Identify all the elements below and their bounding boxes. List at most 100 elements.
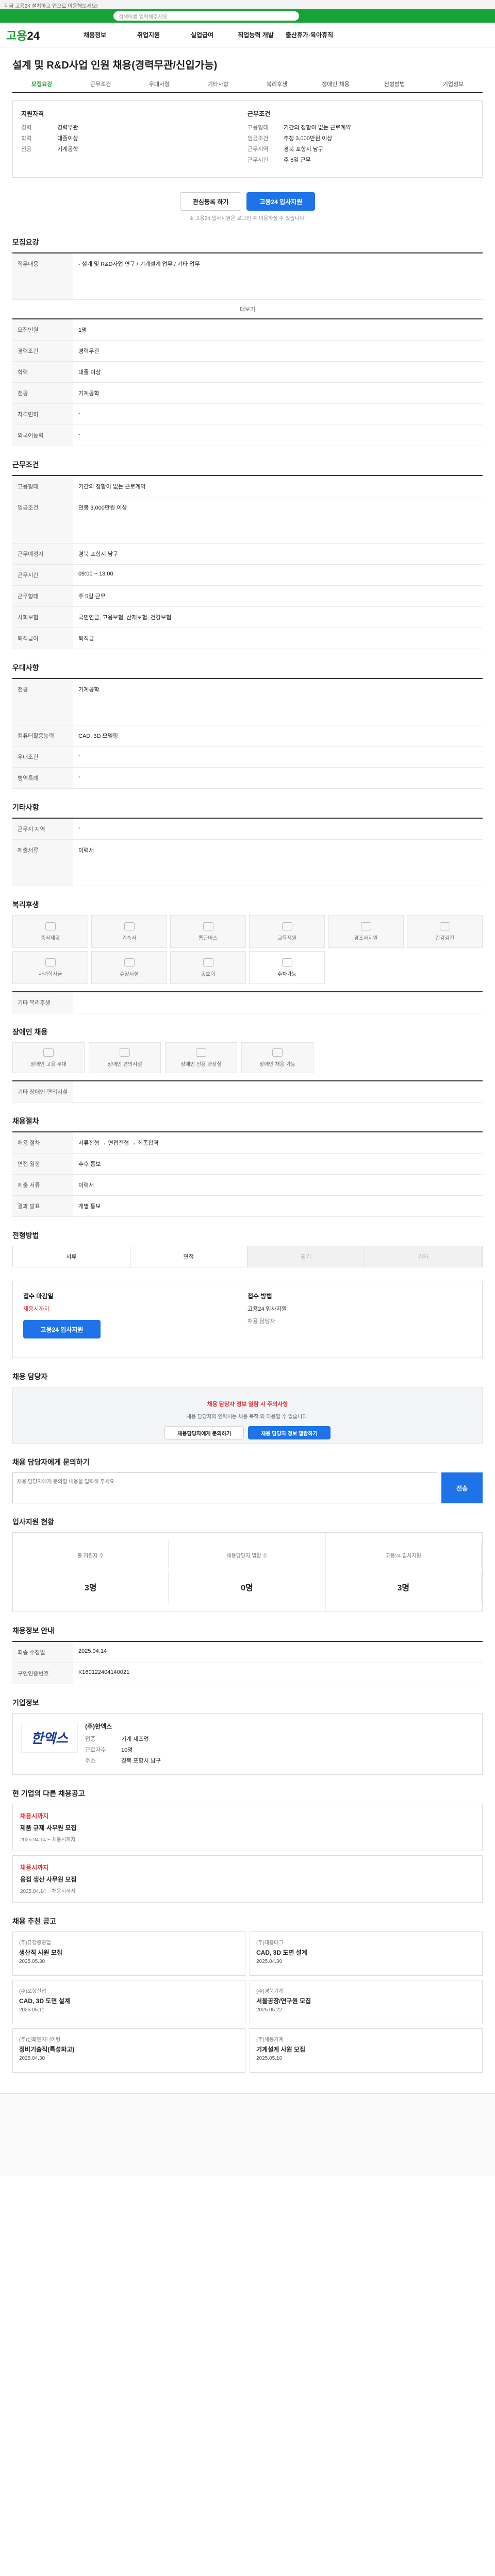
tab[interactable]: 근무조건 bbox=[71, 76, 130, 92]
row-value: 기계공학 bbox=[78, 687, 100, 693]
rec-card[interactable]: (주)신화엔지니어링 정비기술직(특성화고) 2025.04.30 bbox=[12, 2028, 245, 2073]
tab[interactable]: 모집요강 bbox=[12, 76, 71, 92]
stat-item: 채용담당자 열람 수 0명 bbox=[169, 1533, 326, 1612]
howto-item: 필기 bbox=[248, 1246, 365, 1267]
tab[interactable]: 전형방법 bbox=[365, 76, 424, 92]
parking-icon bbox=[282, 958, 292, 967]
rec-card[interactable]: (주)유창중공업 생산직 사원 모집 2025.05.30 bbox=[12, 1931, 245, 1976]
section-title: 채용정보 안내 bbox=[12, 1626, 55, 1635]
welfare-chip: 통근버스 bbox=[170, 915, 246, 948]
kv-value: 경력무관 bbox=[57, 125, 78, 131]
inquiry-input[interactable] bbox=[12, 1472, 437, 1503]
section-title: 기타사항 bbox=[12, 803, 39, 811]
site-logo[interactable]: 고용24 bbox=[6, 27, 68, 43]
disabled-chip: 장애인 편의시설 bbox=[89, 1042, 161, 1073]
section-title: 현 기업의 다른 채용공고 bbox=[12, 1789, 85, 1798]
welfare-chip: 중식제공 bbox=[12, 915, 88, 948]
stat-label: 채용담당자 열람 수 bbox=[169, 1542, 325, 1568]
apply-button[interactable]: 고용24 입사지원 bbox=[246, 192, 316, 211]
rec-card[interactable]: (주)대흥테크 CAD, 3D 도면 설계 2025.04.30 bbox=[250, 1931, 483, 1976]
row-value bbox=[73, 1081, 483, 1102]
kv-key: 학력 bbox=[21, 135, 32, 142]
row-key: 컴퓨터활용능력 bbox=[12, 725, 73, 746]
row-value: 추후 통보 bbox=[78, 1161, 101, 1167]
disabled-chip: 장애인 고용 우대 bbox=[12, 1042, 85, 1073]
tab[interactable]: 기업정보 bbox=[424, 76, 483, 92]
safety-section: 채용 담당자 채용 담당자 정보 열람 시 주의사항 채용 담당자의 연락처는 … bbox=[12, 1371, 483, 1444]
rec-company: (주)해동기계 bbox=[256, 2037, 284, 2043]
search-input[interactable]: 검색어를 입력해주세요 bbox=[113, 11, 299, 21]
chip-label: 동호회 bbox=[201, 971, 216, 977]
send-button[interactable]: 전송 bbox=[441, 1472, 483, 1503]
job-title: 설계 및 R&D사업 인원 채용(경력무관/신입가능) bbox=[12, 60, 218, 71]
bus-icon bbox=[203, 922, 213, 930]
row-value: - bbox=[78, 431, 80, 437]
kv-key: 임금조건 bbox=[248, 135, 269, 142]
gnb-item[interactable]: 채용정보 bbox=[68, 30, 122, 39]
more-button[interactable]: 더보기 bbox=[12, 300, 483, 318]
job-card[interactable]: 채용시까지 용접 생산 사무원 모집 2025.04.14 ~ 채용시까지 bbox=[12, 1855, 483, 1903]
section-title: 기업정보 bbox=[12, 1699, 39, 1707]
inquiry-button[interactable]: 채용담당자에게 문의하기 bbox=[164, 1426, 244, 1439]
row-key: 근무형태 bbox=[12, 586, 73, 606]
tab[interactable]: 복리후생 bbox=[248, 76, 306, 92]
row-value: 주 5일 근무 bbox=[78, 594, 106, 600]
view-manager-button[interactable]: 채용 담당자 정보 열람하기 bbox=[248, 1426, 331, 1439]
gnb-item[interactable]: 출산휴가·육아휴직 bbox=[283, 30, 336, 39]
disabled-section: 장애인 채용 장애인 고용 우대 장애인 편의시설 장애인 전용 화장실 장애인… bbox=[12, 1027, 483, 1103]
rec-company: (주)신화엔지니어링 bbox=[19, 2037, 61, 2043]
tab[interactable]: 기타사항 bbox=[189, 76, 248, 92]
kv-key: 근무지역 bbox=[248, 146, 269, 152]
row-value: 국민연금, 고용보험, 산재보험, 건강보험 bbox=[78, 615, 172, 621]
row-key: 우대조건 bbox=[12, 747, 73, 767]
row-value: 대졸 이상 bbox=[78, 369, 101, 376]
job-card[interactable]: 채용시까지 제품 규제 사무원 모집 2025.04.14 ~ 채용시까지 bbox=[12, 1804, 483, 1851]
summary-left-title: 지원자격 bbox=[21, 110, 44, 117]
rec-card[interactable]: (주)해동기계 기계설계 사원 모집 2025.05.10 bbox=[250, 2028, 483, 2073]
apply-button-2[interactable]: 고용24 입사지원 bbox=[23, 1320, 101, 1338]
welfare-chip: 휴양시설 bbox=[91, 951, 167, 984]
gnb-item[interactable]: 실업급여 bbox=[175, 30, 229, 39]
row-value: 경력무관 bbox=[78, 348, 100, 354]
resort-icon bbox=[124, 958, 135, 967]
howto-section: 전형방법 서류 면접 필기 기타 bbox=[12, 1230, 483, 1267]
rec-card[interactable]: (주)경북기계서울공장/연구원 모집 2025.05.22 bbox=[250, 1980, 483, 2024]
section-title: 채용절차 bbox=[12, 1117, 39, 1125]
row-key: 결과 발표 bbox=[12, 1196, 73, 1216]
row-value: 퇴직금 bbox=[78, 636, 94, 642]
gnb-item[interactable]: 직업능력 개발 bbox=[229, 30, 283, 39]
row-value: 이력서 bbox=[78, 1182, 94, 1189]
scrap-button[interactable]: 관심등록 하기 bbox=[179, 192, 242, 211]
row-key: 사회보험 bbox=[12, 607, 73, 628]
stat-value: 3명 bbox=[326, 1571, 482, 1602]
kv-value: 대졸이상 bbox=[57, 135, 78, 142]
section-title: 근무조건 bbox=[12, 461, 39, 469]
row-key: 근무시간 bbox=[12, 565, 73, 585]
section-title: 채용 담당자에게 문의하기 bbox=[12, 1458, 90, 1466]
row-key: 직무내용 bbox=[12, 253, 73, 299]
company-name[interactable]: (주)한엑스 bbox=[85, 1722, 474, 1731]
kv-value: 기간의 정함이 없는 근로계약 bbox=[284, 125, 351, 131]
chip-label: 장애인 전용 화장실 bbox=[180, 1061, 222, 1067]
rec-company: (주)포항산업 bbox=[19, 1989, 46, 1994]
stat-item: 총 지원자 수 3명 bbox=[13, 1533, 170, 1612]
row-key: 자격면허 bbox=[12, 404, 73, 425]
summary-right-title: 근무조건 bbox=[248, 110, 271, 117]
tab[interactable]: 장애인 채용 bbox=[306, 76, 365, 92]
row-value: K160122404140021 bbox=[78, 1669, 130, 1675]
row-key: 기타 복리후생 bbox=[12, 992, 73, 1013]
chip-label: 주차가능 bbox=[277, 971, 296, 977]
rec-title: 서울공장/연구원 모집 bbox=[256, 1997, 311, 2005]
row-value: 연봉 3,000만원 이상 bbox=[78, 505, 127, 511]
rec-company: (주)경북기계 bbox=[256, 1989, 284, 1994]
stat-label: 고용24 입사지원 bbox=[326, 1542, 482, 1568]
rec-date: 2025.05.22 bbox=[256, 2007, 283, 2013]
row-key: 모집인원 bbox=[12, 319, 73, 340]
row-key: 최종 수정일 bbox=[12, 1642, 73, 1663]
rec-card[interactable]: (주)포항산업 CAD, 3D 도면 설계 2025.05.11 bbox=[12, 1980, 245, 2024]
row-value: 경북 포항시 남구 bbox=[78, 551, 118, 557]
gnb-item[interactable]: 취업지원 bbox=[122, 30, 175, 39]
row-key: 경력조건 bbox=[12, 341, 73, 361]
row-key: 퇴직급여 bbox=[12, 628, 73, 649]
tab[interactable]: 우대사항 bbox=[130, 76, 189, 92]
